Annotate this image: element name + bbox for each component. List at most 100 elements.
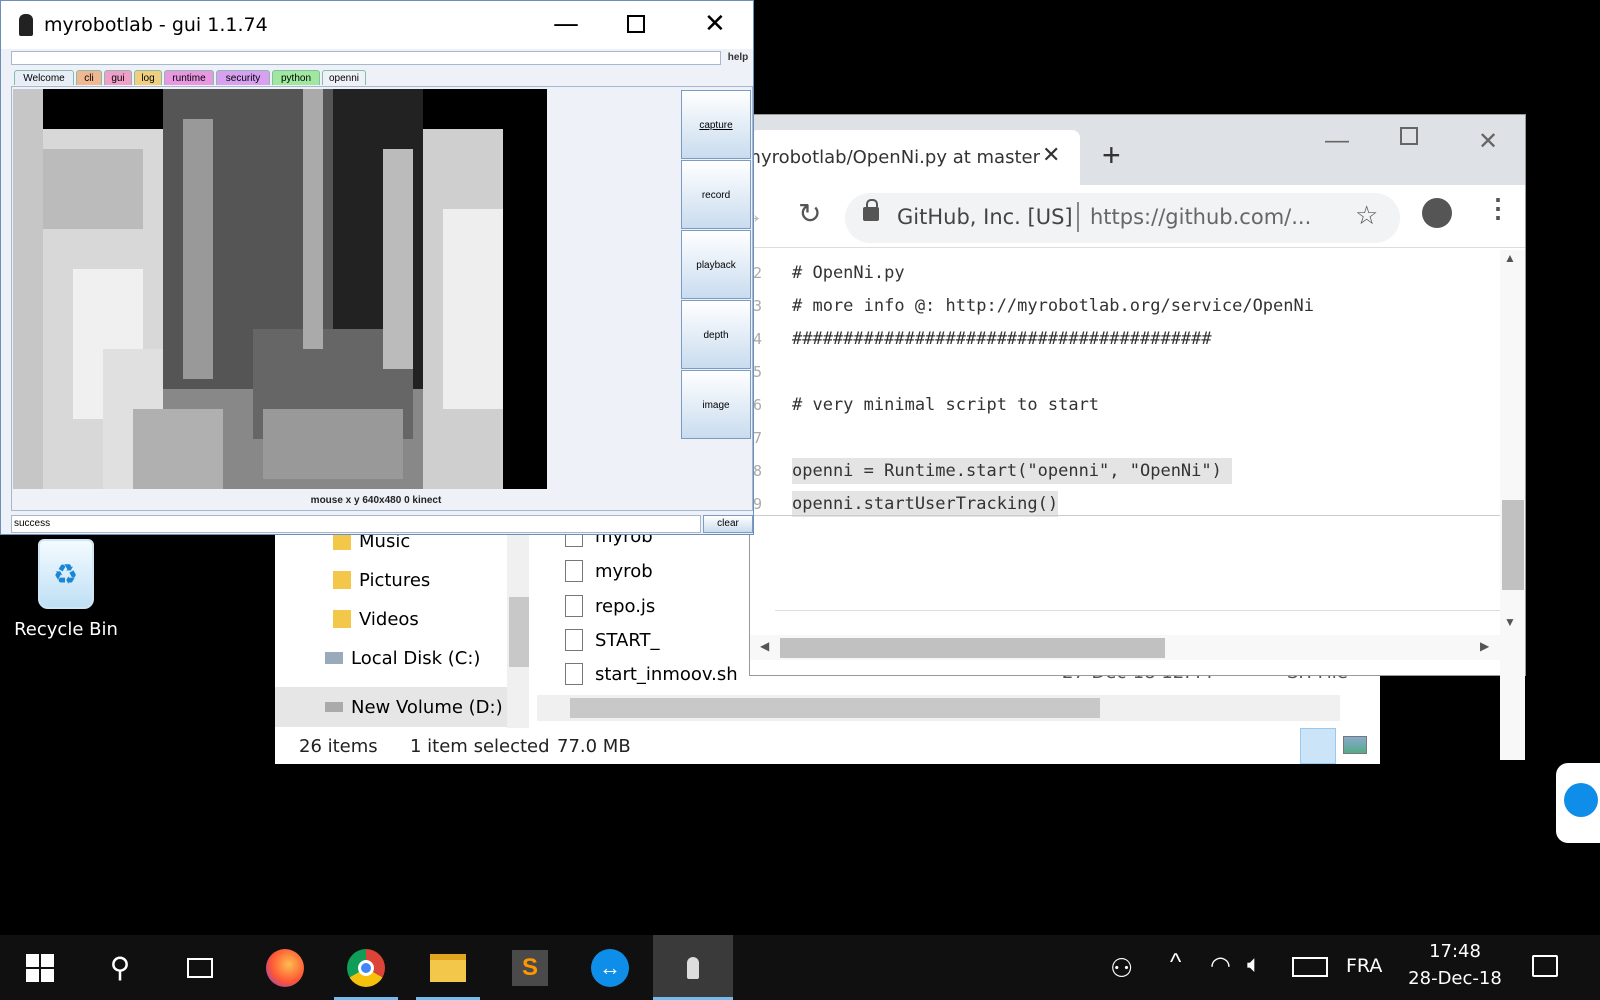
reload-icon[interactable]: ↻ [798,197,821,230]
chrome-tab-bar: myrobotlab/OpenNi.py at master ✕ + — ✕ [750,115,1525,185]
file-item[interactable]: start_inmoov.sh [565,658,738,690]
mrl-search-input[interactable] [11,51,721,65]
depth-region [263,409,403,479]
code-line: openni = Runtime.start("openni", "OpenNi… [792,458,1233,484]
people-icon[interactable]: ⚇ [1110,953,1133,984]
teamviewer-side-panel[interactable] [1556,763,1600,843]
explorer-nav-pane: Music Pictures Videos Local Disk (C:) Ne… [275,520,522,730]
code-divider [750,515,1500,516]
mrl-window-title: myrobotlab - gui 1.1.74 [44,14,268,36]
code-line: # more info @: http://myrobotlab.org/ser… [792,296,1314,316]
close-icon[interactable]: ✕ [1478,127,1498,156]
mrl-status-bar: success [11,515,701,533]
recycle-bin-label: Recycle Bin [14,619,118,640]
search-icon: ⚲ [109,952,131,983]
file-item[interactable]: myrob [565,555,653,587]
chevron-up-icon[interactable]: ^ [1170,949,1181,977]
mrl-title-bar: myrobotlab - gui 1.1.74 — ✕ [1,1,753,49]
start-button[interactable] [0,935,80,1000]
tab-welcome[interactable]: Welcome [14,70,74,85]
maximize-icon[interactable] [627,15,645,33]
minimize-icon[interactable]: — [1325,127,1349,155]
image-button[interactable]: image [681,370,751,439]
teamviewer-icon [1564,783,1598,817]
myrobotlab-window: myrobotlab - gui 1.1.74 — ✕ help Welcome… [0,0,754,535]
star-icon[interactable]: ☆ [1355,201,1378,231]
address-bar[interactable]: GitHub, Inc. [US] https://github.com/...… [845,193,1400,243]
tab-title: myrobotlab/OpenNi.py at master [750,147,1040,168]
nav-item-pictures[interactable]: Pictures [333,565,430,595]
code-line: # very minimal script to start [792,395,1100,415]
scroll-right-icon[interactable]: ▶ [1480,639,1489,653]
search-button[interactable]: ⚲ [80,935,160,1000]
keyboard-icon[interactable] [1292,957,1328,977]
profile-avatar-icon[interactable] [1422,198,1452,228]
tab-openni[interactable]: openni [322,70,366,85]
task-view-icon [187,957,213,978]
clock[interactable]: 17:48 28-Dec-18 [1400,941,1510,989]
code-vertical-scrollbar-thumb[interactable] [1502,500,1524,590]
code-line: ########################################… [792,329,1212,349]
myrobotlab-icon [687,956,699,979]
sublime-text-button[interactable]: S [490,935,570,1000]
drive-icon [325,652,343,664]
nav-item-new-volume[interactable]: New Volume (D:)⌄ [325,692,522,722]
playback-button[interactable]: playback [681,230,751,299]
chrome-taskbar-button[interactable] [326,935,406,1000]
sublime-icon: S [512,949,548,986]
tab-log[interactable]: log [134,70,162,85]
input-language[interactable]: FRA [1346,955,1382,977]
tab-runtime[interactable]: runtime [164,70,214,85]
nav-item-local-disk[interactable]: Local Disk (C:) [325,643,480,673]
task-view-button[interactable] [160,935,240,1000]
depth-region [303,89,323,349]
file-item[interactable]: repo.js [565,590,655,622]
nav-item-videos[interactable]: Videos [333,604,419,634]
recycle-bin-shortcut[interactable]: Recycle Bin [10,535,122,650]
file-explorer-taskbar-button[interactable] [408,935,488,1000]
firefox-button[interactable] [245,935,325,1000]
help-button[interactable]: help [723,49,753,67]
tab-security[interactable]: security [216,70,270,85]
code-line: # OpenNi.py [792,263,905,283]
depth-region [13,89,43,489]
code-viewer: 2 # OpenNi.py 3 # more info @: http://myrob… [750,250,1500,770]
chrome-window: myrobotlab/OpenNi.py at master ✕ + — ✕ →… [738,115,1525,760]
menu-kebab-icon[interactable]: ⋮ [1485,193,1511,224]
new-tab-icon[interactable]: + [1102,137,1121,174]
recycle-bin-icon [38,539,94,609]
minimize-icon[interactable]: — [553,9,579,39]
nav-scrollbar-thumb[interactable] [509,597,529,667]
url-text: https://github.com/... [1090,205,1312,229]
clear-button[interactable]: clear [703,515,753,533]
lock-icon [863,199,879,221]
tab-python[interactable]: python [272,70,320,85]
chrome-icon [347,948,385,987]
myrobotlab-taskbar-button[interactable] [653,935,733,1000]
teamviewer-taskbar-button[interactable]: ↔ [570,935,650,1000]
tab-gui[interactable]: gui [104,70,132,85]
action-center-icon[interactable] [1532,955,1558,977]
pictures-folder-icon [333,571,351,589]
code-line: openni.startUserTracking() [792,491,1059,517]
depth-button[interactable]: depth [681,300,751,369]
record-button[interactable]: record [681,160,751,229]
wifi-icon[interactable]: ◠ [1210,951,1231,980]
depth-region [33,149,143,229]
close-icon[interactable]: ✕ [704,9,726,39]
depth-region [383,149,413,369]
volume-icon[interactable]: 🔈︎ [1247,951,1261,979]
chrome-toolbar: → ↻ GitHub, Inc. [US] https://github.com… [738,185,1525,248]
file-item[interactable]: START_ [565,624,660,656]
scroll-down-icon[interactable]: ▼ [1504,615,1516,629]
teamviewer-icon: ↔ [591,948,629,987]
scroll-up-icon[interactable]: ▲ [1504,251,1516,265]
file-icon [565,560,583,582]
code-horizontal-scrollbar-thumb[interactable] [780,638,1165,658]
tab-cli[interactable]: cli [76,70,102,85]
capture-button[interactable]: capture [681,90,751,159]
file-icon [565,595,583,617]
tab-close-icon[interactable]: ✕ [1042,142,1060,168]
scroll-left-icon[interactable]: ◀ [760,639,769,653]
maximize-icon[interactable] [1400,127,1418,145]
